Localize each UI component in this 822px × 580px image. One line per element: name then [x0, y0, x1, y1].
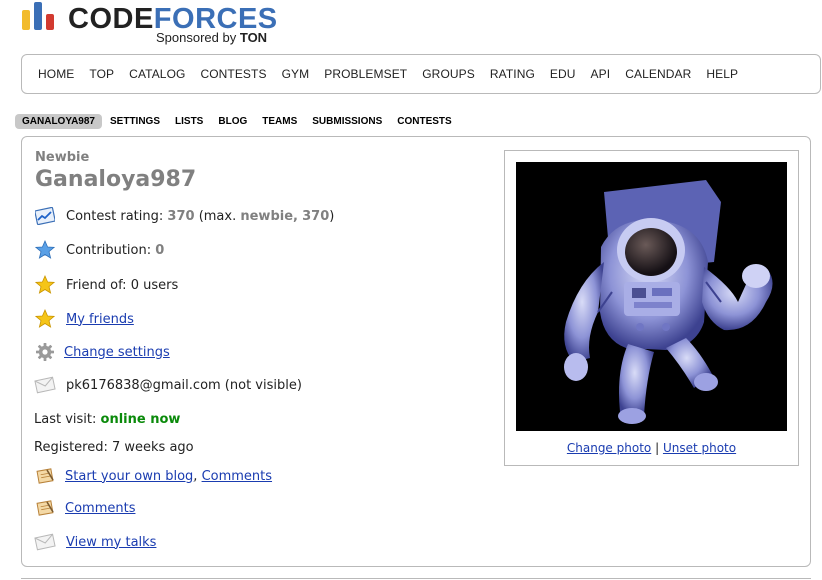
sponsored-by-text: Sponsored by [156, 30, 237, 45]
contribution-label: Contribution: [66, 242, 152, 258]
yellow-star-icon [34, 274, 56, 296]
sponsor-name: TON [239, 30, 268, 45]
rating-max-value: 370 [302, 208, 330, 224]
astronaut-illustration [516, 162, 787, 431]
rating-max-rank: newbie, [240, 208, 298, 224]
contribution-row: Contribution: 0 [34, 238, 164, 262]
logo-code: CODE [68, 3, 154, 35]
gear-icon [34, 341, 56, 363]
menu-top[interactable]: TOP [89, 67, 114, 81]
envelope-icon [34, 531, 56, 553]
tab-contests[interactable]: CONTESTS [390, 114, 458, 129]
tab-teams[interactable]: TEAMS [255, 114, 304, 129]
menu-calendar[interactable]: CALENDAR [625, 67, 691, 81]
menu-home[interactable]: HOME [38, 67, 74, 81]
blog-row: Start your own blog, Comments [34, 464, 272, 488]
menu-rating[interactable]: RATING [490, 67, 535, 81]
change-settings-link[interactable]: Change settings [64, 345, 170, 360]
my-friends-row: My friends [34, 307, 134, 331]
registered-text: Registered: 7 weeks ago [34, 439, 194, 455]
main-menu: HOME TOP CATALOG CONTESTS GYM PROBLEMSET… [21, 54, 821, 94]
rating-max-open: (max. [198, 208, 237, 224]
registered-row: Registered: 7 weeks ago [34, 435, 194, 459]
photo-link-separator: | [655, 441, 660, 455]
page-divider [21, 578, 811, 579]
tab-submissions[interactable]: SUBMISSIONS [305, 114, 389, 129]
change-photo-link[interactable]: Change photo [567, 441, 651, 455]
last-visit-value: online now [100, 411, 181, 427]
blog-comma: , [193, 468, 198, 484]
menu-api[interactable]: API [591, 67, 611, 81]
email-text: pk6176838@gmail.com (not visible) [66, 377, 302, 393]
blog-notebook-icon [34, 465, 56, 487]
tab-blog[interactable]: BLOG [211, 114, 254, 129]
yellow-star-icon [34, 308, 56, 330]
user-rank: Newbie [35, 150, 90, 165]
talks-row: View my talks [34, 530, 156, 554]
menu-groups[interactable]: GROUPS [422, 67, 475, 81]
comments-notebook-icon [34, 497, 56, 519]
contest-rating-row: Contest rating: 370 (max. newbie, 370) [34, 204, 334, 228]
email-row: pk6176838@gmail.com (not visible) [34, 373, 302, 397]
user-photo-panel: Change photo | Unset photo [504, 150, 799, 466]
menu-edu[interactable]: EDU [550, 67, 576, 81]
start-blog-link[interactable]: Start your own blog [65, 469, 193, 484]
menu-catalog[interactable]: CATALOG [129, 67, 185, 81]
blog-comments-link[interactable]: Comments [202, 469, 272, 484]
menu-help[interactable]: HELP [706, 67, 738, 81]
rating-graph-icon [34, 205, 56, 227]
friend-of-row: Friend of: 0 users [34, 273, 178, 297]
profile-box: Newbie Ganaloya987 Contest rating: 370 (… [21, 136, 811, 567]
tab-settings[interactable]: SETTINGS [103, 114, 167, 129]
profile-subtabs: GANALOYA987 SETTINGS LISTS BLOG TEAMS SU… [15, 112, 460, 130]
unset-photo-link[interactable]: Unset photo [663, 441, 736, 455]
friend-of-text: Friend of: 0 users [66, 277, 179, 293]
rating-max-close: ) [329, 208, 335, 224]
comments-link[interactable]: Comments [65, 501, 135, 516]
photo-actions: Change photo | Unset photo [505, 441, 798, 455]
comments-row: Comments [34, 496, 135, 520]
menu-problemset[interactable]: PROBLEMSET [324, 67, 407, 81]
blue-star-icon [34, 239, 56, 261]
user-avatar [516, 162, 787, 431]
sponsor-line: Sponsored by TON [156, 30, 267, 45]
rating-value: 370 [167, 208, 195, 224]
codeforces-logo[interactable]: CODEFORCES Sponsored by TON [20, 0, 280, 50]
change-settings-row: Change settings [34, 340, 170, 364]
view-talks-link[interactable]: View my talks [66, 535, 156, 550]
user-handle[interactable]: Ganaloya987 [35, 167, 196, 192]
last-visit-row: Last visit: online now [34, 407, 180, 431]
envelope-icon [34, 374, 56, 396]
menu-gym[interactable]: GYM [282, 67, 310, 81]
my-friends-link[interactable]: My friends [66, 312, 134, 327]
menu-contests[interactable]: CONTESTS [200, 67, 266, 81]
last-visit-label: Last visit: [34, 411, 97, 427]
contribution-value: 0 [155, 242, 165, 258]
rating-label: Contest rating: [66, 208, 164, 224]
tab-lists[interactable]: LISTS [168, 114, 210, 129]
tab-profile[interactable]: GANALOYA987 [15, 113, 102, 129]
logo-bars-icon [22, 2, 60, 30]
